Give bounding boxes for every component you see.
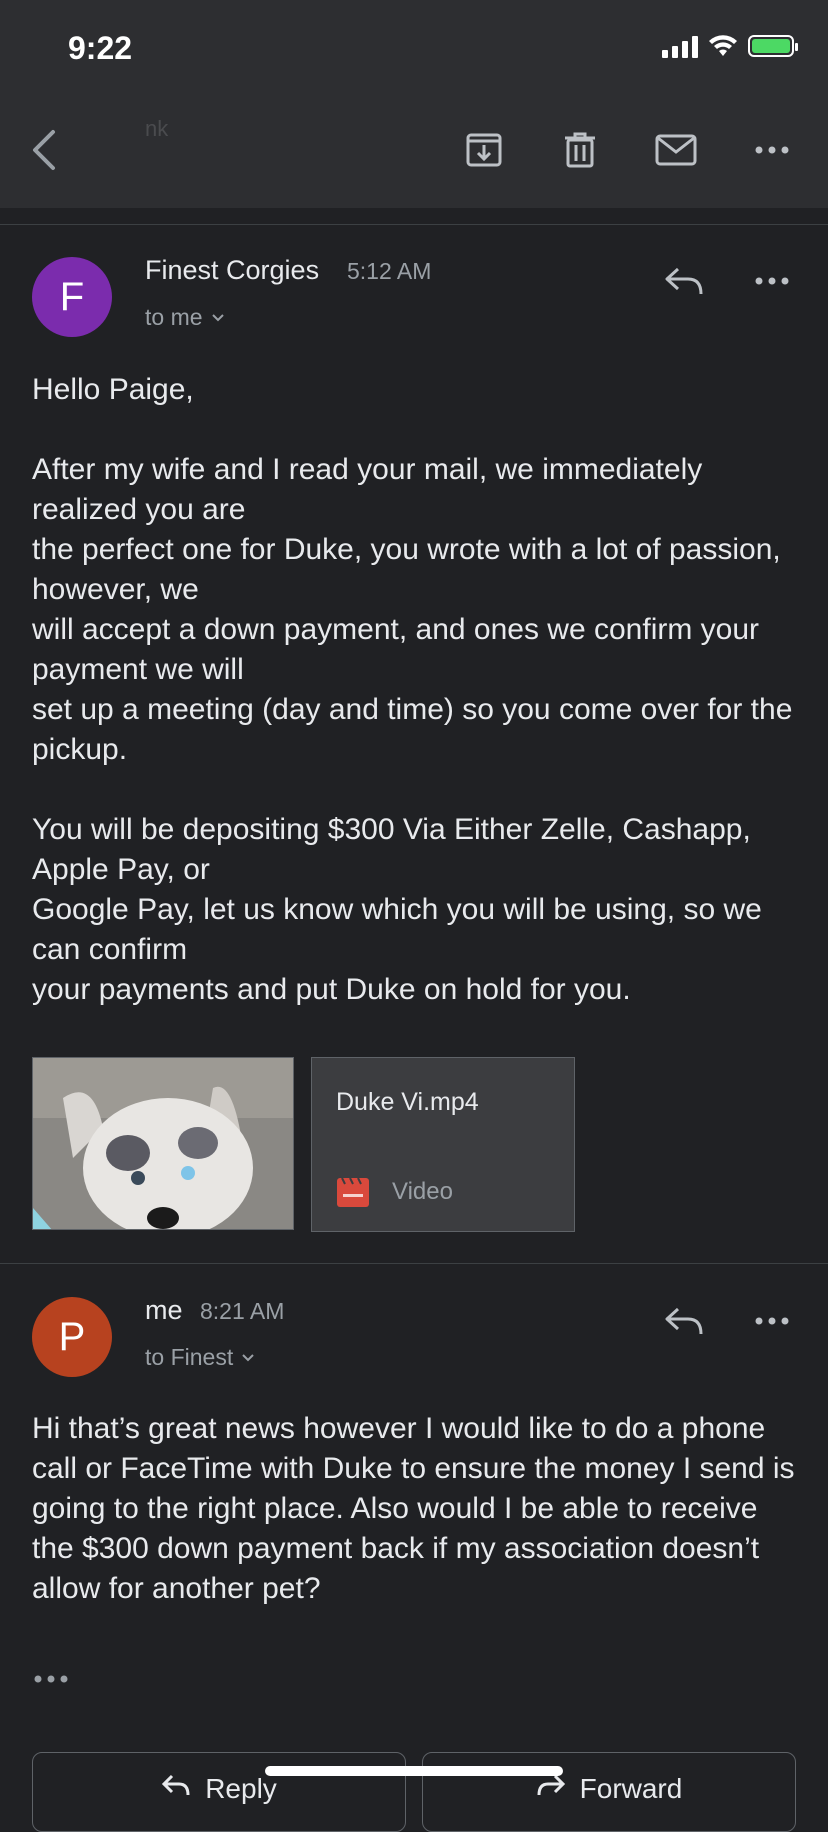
divider	[0, 1263, 828, 1264]
video-clapper-icon	[337, 1177, 369, 1207]
forward-icon	[537, 1774, 565, 1796]
sender-name: Finest Corgies	[145, 255, 320, 285]
video-filename: Duke Vi.mp4	[336, 1088, 479, 1116]
battery-icon	[748, 35, 798, 57]
message-body: Hi that’s great news however I would lik…	[32, 1412, 795, 1605]
recipient-toggle[interactable]: to me	[145, 304, 225, 331]
recipient-toggle[interactable]: to Finest	[145, 1344, 255, 1371]
home-indicator[interactable]	[265, 1766, 563, 1776]
video-attachment[interactable]: Duke Vi.mp4 Video	[311, 1057, 575, 1232]
forward-label: Forward	[579, 1773, 683, 1804]
reply-action-button[interactable]: Reply	[32, 1752, 406, 1832]
message-time: 8:21 AM	[200, 1298, 285, 1324]
back-button[interactable]	[20, 126, 68, 174]
chevron-down-icon	[211, 313, 224, 321]
divider	[0, 224, 828, 225]
message-time: 5:12 AM	[347, 258, 432, 284]
recipient-label: to me	[145, 304, 203, 330]
sender-name: me	[145, 1295, 183, 1325]
subject-fragment: nk	[145, 116, 169, 141]
message-body: Hello Paige, After my wife and I read yo…	[32, 373, 793, 1006]
avatar[interactable]: F	[32, 257, 112, 337]
chevron-left-icon	[33, 130, 55, 170]
more-horizontal-icon	[755, 1317, 789, 1325]
cellular-signal-icon	[662, 34, 698, 58]
archive-icon	[466, 133, 502, 167]
reply-icon	[665, 267, 703, 295]
message-more-button[interactable]	[748, 257, 796, 305]
wifi-icon	[709, 35, 737, 56]
reply-label: Reply	[205, 1773, 277, 1804]
reply-icon	[665, 1307, 703, 1335]
show-quoted-text-button[interactable]	[34, 1670, 68, 1688]
more-horizontal-icon	[755, 146, 789, 154]
chevron-down-icon	[242, 1353, 254, 1361]
more-options-button[interactable]	[748, 126, 796, 174]
mark-unread-button[interactable]	[652, 126, 700, 174]
trash-icon	[565, 132, 595, 168]
forward-action-button[interactable]: Forward	[422, 1752, 796, 1832]
reply-button[interactable]	[660, 257, 708, 305]
archive-button[interactable]	[460, 126, 508, 174]
avatar[interactable]: P	[32, 1297, 112, 1377]
more-horizontal-icon	[34, 1675, 68, 1683]
message-more-button[interactable]	[748, 1297, 796, 1345]
attachments: Duke Vi.mp4 Video	[32, 1057, 575, 1232]
reply-button[interactable]	[660, 1297, 708, 1345]
dog-photo-icon	[33, 1058, 293, 1229]
image-attachment[interactable]	[32, 1057, 294, 1230]
status-time: 9:22	[68, 30, 133, 66]
video-type-label: Video	[392, 1178, 453, 1205]
status-icons	[662, 34, 798, 58]
delete-button[interactable]	[556, 126, 604, 174]
reply-icon	[162, 1774, 190, 1796]
top-bar: 9:22 nk	[0, 0, 828, 208]
more-horizontal-icon	[755, 277, 789, 285]
mail-icon	[655, 134, 697, 166]
recipient-label: to Finest	[145, 1344, 234, 1370]
